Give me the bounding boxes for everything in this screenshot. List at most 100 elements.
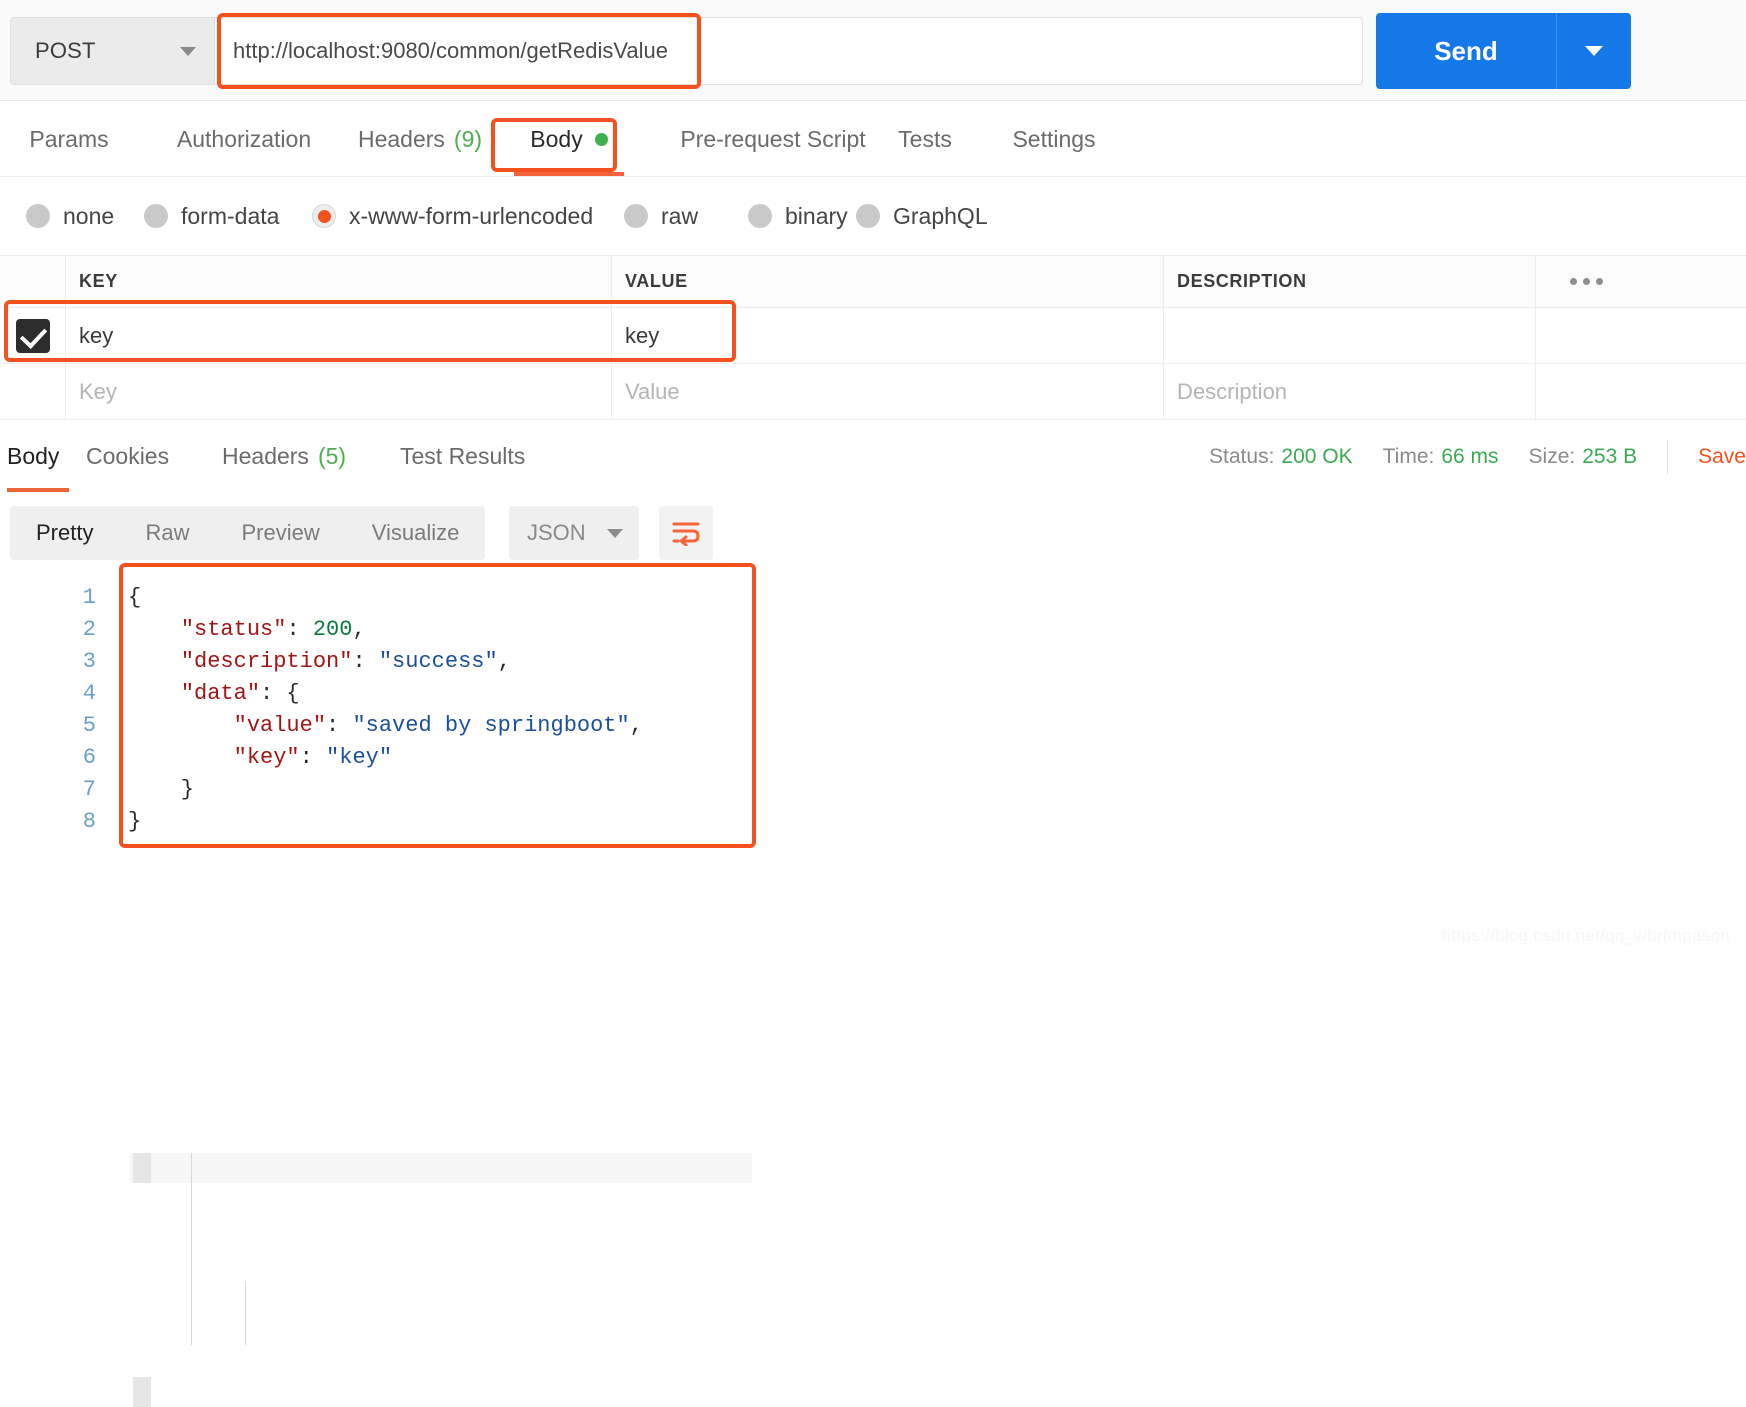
- line-number: 1: [0, 582, 112, 614]
- empty-row-value-input[interactable]: Value: [612, 364, 1164, 420]
- request-tab-authorization[interactable]: Authorization: [146, 101, 342, 177]
- request-url-bar: POST http://localhost:9080/common/getRed…: [0, 0, 1746, 101]
- radio-unselected-icon: [748, 204, 772, 228]
- code-token: :: [286, 617, 312, 642]
- radio-unselected-icon: [26, 204, 50, 228]
- body-type-radio-none[interactable]: none: [26, 177, 114, 255]
- chevron-down-icon: [1585, 46, 1603, 56]
- response-tab-bar: Body Cookies Headers(5) Test Results Status…: [0, 419, 1746, 492]
- code-token: "key": [234, 745, 300, 770]
- table-row: key key: [0, 308, 1746, 364]
- response-format-select[interactable]: JSON: [509, 506, 639, 560]
- body-present-indicator-icon: [595, 133, 608, 146]
- code-token: {: [128, 585, 141, 610]
- view-mode-raw[interactable]: Raw: [119, 506, 215, 560]
- code-line: }: [128, 774, 643, 806]
- code-line: "key": "key": [128, 742, 643, 774]
- response-tab-body[interactable]: Body: [7, 420, 69, 493]
- code-token: [128, 681, 181, 706]
- indent-guide: [245, 1281, 246, 1345]
- tab-label: Body: [530, 126, 582, 153]
- code-token: "status": [181, 617, 287, 642]
- view-mode-preview[interactable]: Preview: [215, 506, 345, 560]
- code-token: ,: [630, 713, 643, 738]
- body-type-radio-raw[interactable]: raw: [624, 177, 698, 255]
- row-key-input[interactable]: key: [66, 308, 612, 364]
- body-type-radio-x-www-form-urlencoded[interactable]: x-www-form-urlencoded: [312, 177, 593, 255]
- code-token: "data": [181, 681, 260, 706]
- ellipsis-icon: [1570, 278, 1603, 285]
- body-type-radio-binary[interactable]: binary: [748, 177, 848, 255]
- vertical-divider: [1667, 440, 1668, 474]
- line-number: 4: [0, 678, 112, 710]
- request-tab-pre-request-script[interactable]: Pre-request Script: [648, 101, 898, 177]
- code-token: [128, 713, 234, 738]
- json-code-content[interactable]: { "status": 200, "description": "success…: [128, 582, 643, 838]
- body-type-label: GraphQL: [893, 203, 988, 230]
- response-time-label: Time:66 ms: [1383, 445, 1499, 469]
- code-token: "value": [234, 713, 326, 738]
- table-options-button[interactable]: [1536, 256, 1746, 308]
- response-time-value: 66 ms: [1441, 445, 1498, 468]
- body-type-label: form-data: [181, 203, 279, 230]
- row-value-input[interactable]: key: [612, 308, 1164, 364]
- send-button[interactable]: Send: [1376, 13, 1556, 89]
- code-line: }: [128, 806, 643, 838]
- radio-unselected-icon: [624, 204, 648, 228]
- http-method-label: POST: [35, 38, 96, 64]
- body-type-label: binary: [785, 203, 848, 230]
- code-line: "value": "saved by springboot",: [128, 710, 643, 742]
- active-tab-underline: [514, 172, 624, 176]
- response-tab-cookies[interactable]: Cookies: [86, 420, 206, 493]
- http-method-selector[interactable]: POST: [10, 17, 215, 85]
- table-row-empty: Key Value Description: [0, 364, 1746, 420]
- empty-row-checkbox-cell: [0, 364, 66, 420]
- row-enabled-checkbox[interactable]: [16, 319, 50, 353]
- save-response-link[interactable]: Save: [1698, 445, 1746, 469]
- response-body-viewer: 12345678 { "status": 200, "description":…: [0, 570, 1746, 956]
- response-view-toolbar: PrettyRawPreviewVisualize JSON: [0, 492, 1746, 570]
- code-token: }: [128, 809, 141, 834]
- header-cell-key: KEY: [66, 256, 612, 308]
- brace-match-close: [133, 1377, 151, 1407]
- request-tab-headers[interactable]: Headers(9): [336, 101, 504, 177]
- response-tab-headers[interactable]: Headers(5): [222, 420, 382, 493]
- response-tab-test-results[interactable]: Test Results: [400, 420, 590, 493]
- view-mode-visualize[interactable]: Visualize: [346, 506, 486, 560]
- body-type-radio-form-data[interactable]: form-data: [144, 177, 279, 255]
- view-mode-pretty[interactable]: Pretty: [10, 506, 119, 560]
- tab-label: Body: [7, 443, 59, 470]
- empty-row-actions-cell: [1536, 364, 1746, 420]
- empty-row-key-input[interactable]: Key: [66, 364, 612, 420]
- code-token: "description": [181, 649, 353, 674]
- code-token: "saved by springboot": [352, 713, 629, 738]
- url-input[interactable]: http://localhost:9080/common/getRedisVal…: [215, 38, 668, 64]
- wrap-lines-button[interactable]: [659, 506, 713, 560]
- line-number: 3: [0, 646, 112, 678]
- request-tab-bar: Params AuthorizationHeaders(9) Body Pre-req…: [0, 101, 1746, 177]
- row-description-input[interactable]: [1164, 308, 1536, 364]
- code-token: "success": [379, 649, 498, 674]
- request-tab-settings[interactable]: Settings: [984, 101, 1124, 177]
- empty-row-description-input[interactable]: Description: [1164, 364, 1536, 420]
- url-input-wrapper[interactable]: http://localhost:9080/common/getRedisVal…: [215, 17, 1363, 85]
- tab-label: Params: [29, 126, 108, 153]
- code-token: ,: [498, 649, 511, 674]
- tab-label: Cookies: [86, 443, 169, 470]
- response-size-value: 253 B: [1582, 445, 1637, 468]
- line-number: 2: [0, 614, 112, 646]
- send-options-button[interactable]: [1556, 13, 1631, 89]
- table-header-row: KEY VALUE DESCRIPTION: [0, 256, 1746, 308]
- body-type-radio-group: none form-data x-www-form-urlencoded raw bin…: [0, 177, 1746, 255]
- request-tab-tests[interactable]: Tests: [880, 101, 970, 177]
- row-actions-cell: [1536, 308, 1746, 364]
- tab-label: Tests: [898, 126, 952, 153]
- body-type-label: raw: [661, 203, 698, 230]
- response-format-label: JSON: [527, 520, 586, 546]
- tab-label: Test Results: [400, 443, 525, 470]
- row-checkbox-cell: [0, 308, 66, 364]
- request-tab-body[interactable]: Body: [514, 101, 624, 177]
- response-status-group: Status:200 OK Time:66 ms Size:253 B Save: [1209, 420, 1746, 493]
- body-type-radio-graphql[interactable]: GraphQL: [856, 177, 988, 255]
- request-tab-params[interactable]: Params: [14, 101, 124, 177]
